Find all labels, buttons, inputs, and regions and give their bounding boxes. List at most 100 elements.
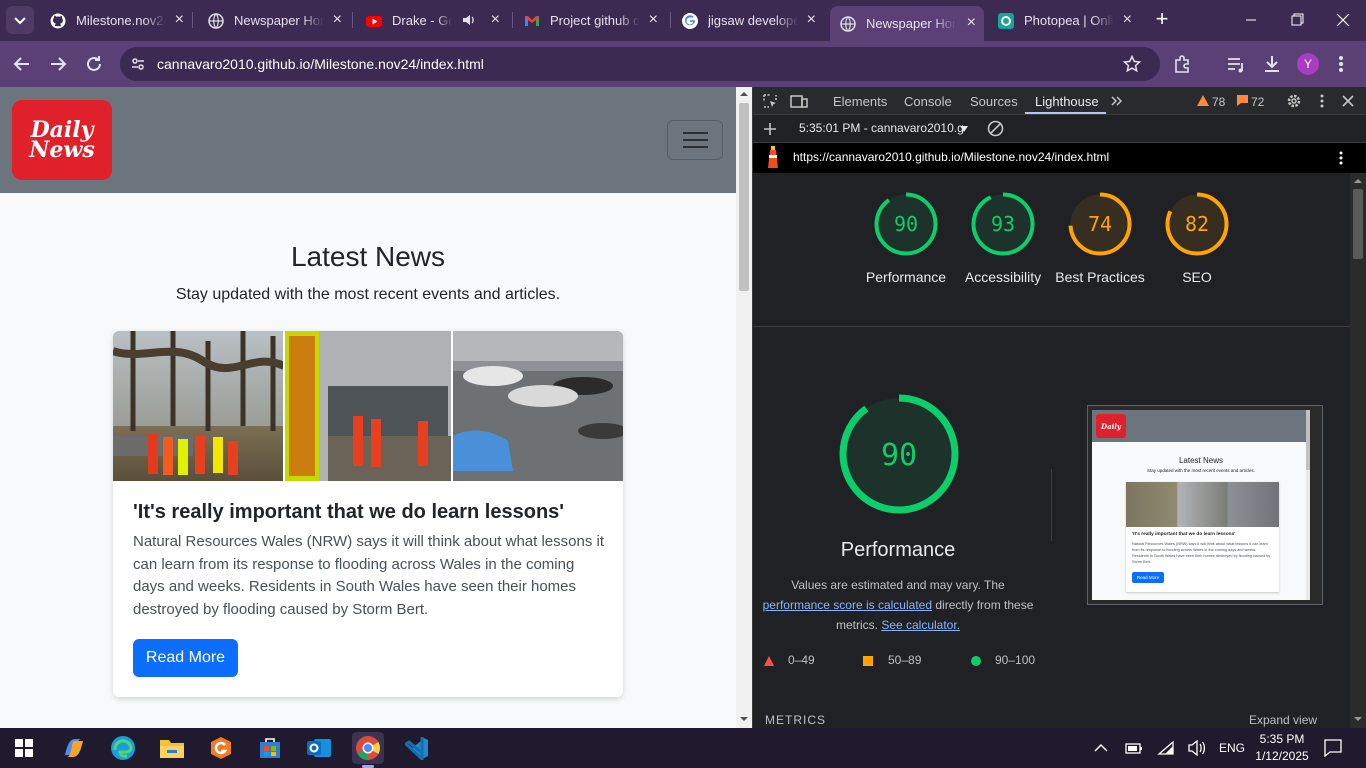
issue-icon[interactable] — [1237, 95, 1248, 106]
windows-taskbar: ENG 5:35 PM 1/12/2025 — [0, 728, 1366, 768]
close-icon[interactable] — [1341, 94, 1355, 108]
new-tab-button[interactable]: + — [1150, 8, 1174, 32]
chrome-icon — [356, 736, 380, 760]
main-performance-gauge: 90 — [839, 394, 959, 514]
warning-count[interactable]: 78 — [1212, 95, 1225, 109]
close-icon[interactable]: × — [1123, 12, 1132, 28]
browser-tab[interactable]: Drake - God's Plan × — [356, 6, 508, 35]
site-info-icon[interactable] — [130, 56, 146, 72]
battery-icon[interactable] — [1125, 741, 1143, 755]
globe-icon — [208, 12, 224, 29]
gear-icon[interactable] — [1286, 93, 1302, 109]
taskbar-file-explorer[interactable] — [156, 732, 188, 764]
browser-tab[interactable]: Photopea | Online Photo Editor × — [988, 6, 1140, 35]
start-button[interactable] — [8, 732, 40, 764]
tab-search-button[interactable] — [6, 6, 34, 34]
more-tabs-icon[interactable] — [1110, 94, 1124, 108]
page-scrollbar[interactable] — [736, 87, 752, 728]
reload-button[interactable] — [82, 52, 106, 76]
profile-avatar[interactable]: Y — [1297, 53, 1319, 75]
edge-icon — [111, 736, 135, 760]
plus-icon[interactable] — [763, 122, 777, 136]
expand-view-toggle[interactable]: Expand view — [1249, 713, 1317, 727]
volume-icon[interactable] — [1188, 740, 1206, 756]
taskbar-app-g[interactable] — [205, 732, 237, 764]
media-controls-icon[interactable] — [1225, 53, 1247, 75]
clock-date: 1/12/2025 — [1255, 749, 1309, 763]
close-icon[interactable]: × — [175, 12, 184, 28]
clock[interactable]: 5:35 PM 1/12/2025 — [1255, 731, 1309, 765]
browser-toolbar: cannavaro2010.github.io/Milestone.nov24/… — [0, 41, 1366, 87]
chevron-up-icon[interactable] — [1353, 177, 1363, 185]
close-icon[interactable]: × — [649, 12, 658, 28]
taskbar-edge[interactable] — [107, 732, 139, 764]
taskbar-store[interactable] — [254, 732, 286, 764]
scrollbar-thumb[interactable] — [739, 103, 749, 291]
final-screenshot[interactable]: Daily Latest News Stay updated with the … — [1087, 405, 1323, 605]
report-select[interactable]: 5:35:01 PM - cannavaro2010.g — [799, 121, 964, 135]
read-more-button[interactable]: Read More — [133, 639, 238, 677]
notification-icon[interactable] — [1324, 739, 1342, 757]
close-icon[interactable]: × — [333, 12, 342, 28]
score-gauge[interactable]: 93 — [970, 191, 1036, 257]
score-calculation-link[interactable]: performance score is calculated — [763, 598, 932, 612]
back-button[interactable] — [10, 52, 34, 76]
star-icon[interactable] — [1123, 55, 1141, 73]
browser-tab-active[interactable]: Newspaper Homepage × — [830, 6, 984, 41]
tab-elements[interactable]: Elements — [833, 94, 887, 109]
kebab-menu-icon[interactable] — [1318, 93, 1326, 109]
close-icon[interactable]: × — [967, 15, 976, 31]
kebab-menu-icon[interactable] — [1337, 150, 1345, 166]
folder-icon — [160, 740, 184, 758]
clear-icon[interactable] — [987, 120, 1004, 137]
browser-tab[interactable]: Project github deploy × — [514, 6, 666, 35]
restore-button[interactable] — [1274, 0, 1320, 40]
score-gauge[interactable]: 74 — [1067, 191, 1133, 257]
clock-time: 5:35 PM — [1259, 732, 1305, 746]
language-indicator[interactable]: ENG — [1219, 741, 1245, 755]
hamburger-icon — [683, 132, 708, 134]
device-toolbar-icon[interactable] — [790, 93, 808, 109]
kebab-menu-icon[interactable] — [1336, 53, 1346, 75]
warning-icon[interactable] — [1197, 95, 1209, 106]
calculator-link[interactable]: See calculator. — [881, 618, 960, 632]
wifi-icon[interactable] — [1157, 740, 1175, 756]
speaker-icon[interactable] — [462, 13, 476, 27]
taskbar-copilot[interactable] — [58, 732, 90, 764]
extensions-icon[interactable] — [1172, 53, 1194, 75]
tab-title: Newspaper Homepage — [234, 13, 324, 28]
scrollbar-thumb[interactable] — [1353, 189, 1363, 259]
restore-icon — [1291, 13, 1304, 26]
tab-sources[interactable]: Sources — [970, 94, 1018, 109]
close-icon[interactable]: × — [491, 12, 500, 28]
chevron-up-icon[interactable] — [1094, 742, 1108, 754]
download-icon[interactable] — [1261, 53, 1283, 75]
close-window-button[interactable] — [1320, 0, 1366, 40]
browser-tab[interactable]: Milestone.nov24 × — [40, 6, 192, 35]
browser-tab[interactable]: jigsaw developer × — [672, 6, 824, 35]
site-logo[interactable]: Daily News — [12, 100, 112, 180]
tab-console[interactable]: Console — [904, 94, 952, 109]
taskbar-outlook[interactable] — [303, 732, 335, 764]
chevron-up-icon[interactable] — [739, 90, 749, 98]
taskbar-vscode[interactable] — [401, 732, 433, 764]
browser-tab[interactable]: Newspaper Homepage × — [198, 6, 350, 35]
dropdown-arrow-icon[interactable] — [960, 126, 968, 132]
screenshot-scrollbar-thumb — [1306, 410, 1310, 470]
address-bar[interactable]: cannavaro2010.github.io/Milestone.nov24/… — [120, 47, 1160, 81]
devtools-scrollbar[interactable] — [1350, 173, 1366, 728]
taskbar-chrome[interactable] — [352, 732, 384, 768]
inspect-icon[interactable] — [762, 93, 778, 109]
score-gauge[interactable]: 82 — [1164, 191, 1230, 257]
forward-button[interactable] — [46, 52, 70, 76]
score-gauge[interactable]: 90 — [873, 191, 939, 257]
tab-lighthouse[interactable]: Lighthouse — [1035, 94, 1099, 109]
chevron-down-icon[interactable] — [739, 715, 749, 723]
close-icon[interactable]: × — [807, 12, 816, 28]
minimize-button[interactable] — [1228, 0, 1274, 40]
report-url[interactable]: https://cannavaro2010.github.io/Mileston… — [793, 150, 1109, 164]
vertical-divider — [1051, 469, 1052, 541]
issue-count[interactable]: 72 — [1251, 95, 1264, 109]
chevron-down-icon[interactable] — [1353, 715, 1363, 723]
navbar-toggler-button[interactable] — [667, 120, 723, 160]
